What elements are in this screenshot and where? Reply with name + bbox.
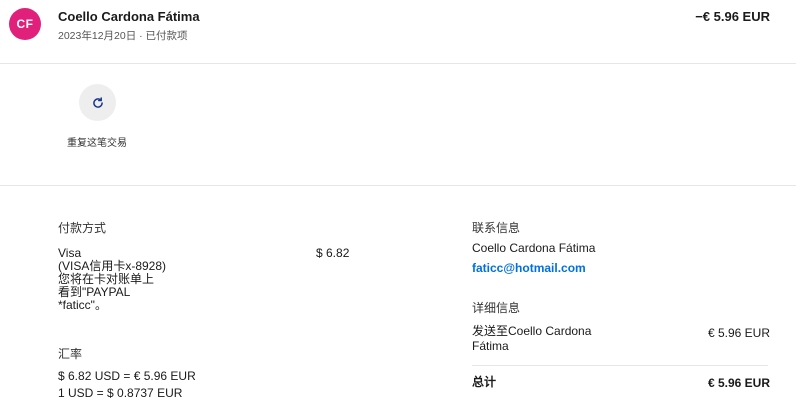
sent-amount: € 5.96 EUR [707, 326, 770, 340]
total-amount: € 5.96 EUR [707, 376, 770, 390]
transaction-meta: 2023年12月20日 · 已付款项 [58, 30, 188, 42]
merchant-name: Coello Cardona Fátima [58, 9, 200, 24]
repeat-transaction-label[interactable]: 重复这笔交易 [64, 137, 130, 150]
total-label: 总计 [472, 375, 497, 389]
transaction-amount: −€ 5.96 EUR [695, 9, 770, 24]
details-divider [472, 365, 768, 366]
details-heading: 详细信息 [472, 301, 521, 315]
repeat-transaction-button[interactable] [79, 84, 116, 121]
exchange-rate-line-1: $ 6.82 USD = € 5.96 EUR [58, 369, 196, 383]
action-area: 重复这笔交易 [0, 64, 796, 186]
refresh-icon [92, 96, 103, 108]
transaction-header: CF Coello Cardona Fátima 2023年12月20日 · 已… [0, 0, 796, 64]
payment-method-heading: 付款方式 [58, 221, 107, 235]
sent-to-line-1: 发送至Coello Cardona [472, 324, 592, 338]
statement-note-line-3: *faticc"。 [58, 298, 107, 312]
avatar: CF [9, 8, 41, 40]
contact-email-link[interactable]: faticc@hotmail.com [472, 262, 586, 275]
contact-info-heading: 联系信息 [472, 221, 521, 235]
sent-to-line-2: Fátima [472, 339, 509, 353]
payment-amount: $ 6.82 [316, 246, 350, 260]
transaction-details-page: CF Coello Cardona Fátima 2023年12月20日 · 已… [0, 0, 796, 406]
contact-name: Coello Cardona Fátima [472, 241, 596, 255]
exchange-rate-line-2: 1 USD = $ 0.8737 EUR [58, 386, 183, 400]
exchange-rate-heading: 汇率 [58, 347, 83, 361]
